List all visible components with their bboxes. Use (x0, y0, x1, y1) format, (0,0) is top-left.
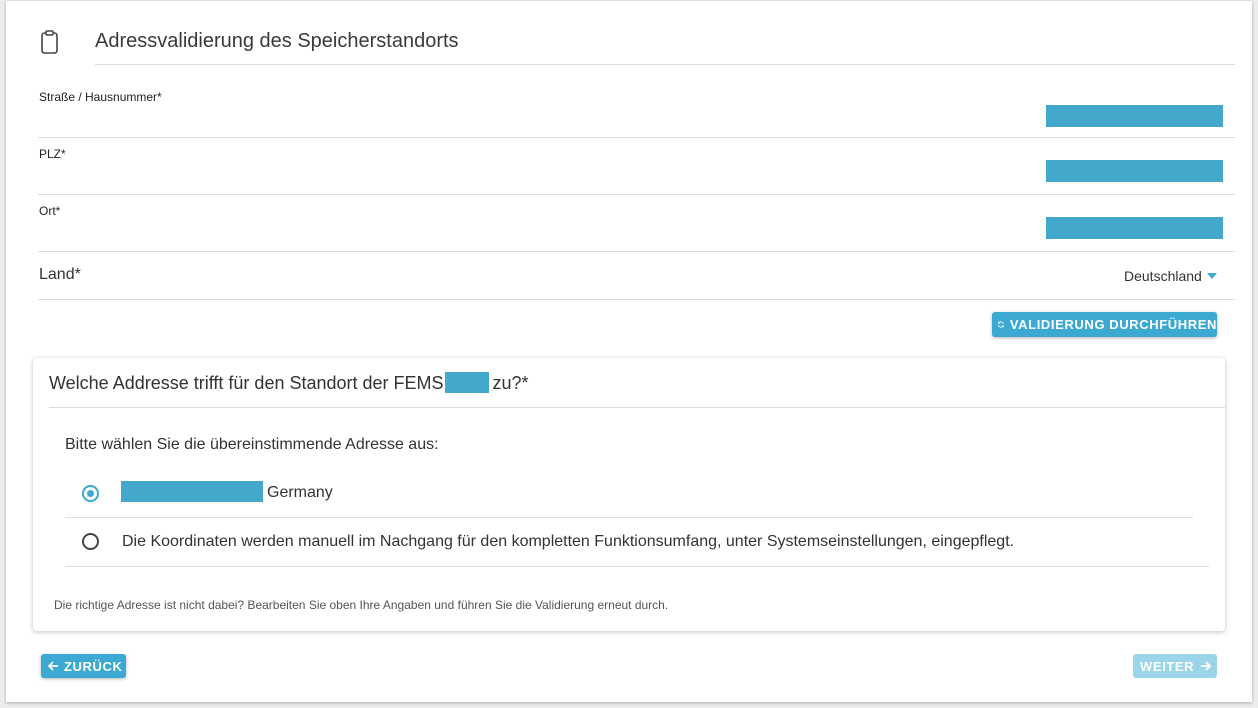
zip-label: PLZ* (39, 147, 66, 161)
street-input[interactable] (1046, 105, 1223, 127)
zip-input[interactable] (1046, 160, 1223, 182)
manual-option-label[interactable]: Die Koordinaten werden manuell im Nachga… (122, 533, 1014, 551)
fems-id-redacted (444, 372, 489, 393)
hint-text: Die richtige Adresse ist nicht dabei? Be… (54, 598, 669, 612)
next-button-label: WEITER (1140, 658, 1195, 674)
card-title-prefix: Welche Addresse trifft für den Standort … (49, 373, 444, 393)
city-input[interactable] (1046, 217, 1223, 239)
city-label: Ort* (39, 204, 61, 218)
page-title: Adressvalidierung des Speicherstandorts (95, 30, 459, 52)
option-divider (65, 517, 1193, 518)
clipboard-icon (41, 30, 58, 54)
radio-address-option[interactable] (82, 485, 99, 502)
radio-manual-option[interactable] (82, 533, 99, 550)
back-button-label: ZURÜCK (64, 658, 123, 674)
street-divider (38, 137, 1235, 138)
card-title-divider (49, 407, 1225, 408)
card-prompt: Bitte wählen Sie die übereinstimmende Ad… (65, 436, 439, 453)
caret-down-icon[interactable] (1207, 273, 1217, 279)
zip-divider (38, 194, 1235, 195)
arrow-left-icon (47, 661, 58, 671)
card-title: Welche Addresse trifft für den Standort … (49, 372, 529, 394)
validate-button[interactable]: VALIDIERUNG DURCHFÜHREN (992, 312, 1217, 337)
next-button[interactable]: WEITER (1133, 654, 1217, 678)
card-title-suffix: zu?* (492, 373, 529, 393)
street-label: Straße / Hausnummer* (39, 90, 162, 104)
country-select[interactable]: Deutschland (1124, 268, 1202, 284)
option-divider-2 (65, 566, 1209, 567)
back-button[interactable]: ZURÜCK (41, 654, 126, 678)
address-redacted (121, 481, 263, 502)
city-divider (38, 251, 1235, 252)
country-divider (38, 299, 1235, 300)
country-label: Land* (39, 266, 81, 283)
address-option-label[interactable]: Germany (267, 484, 333, 502)
arrow-right-icon (1201, 661, 1212, 671)
refresh-icon (997, 321, 1005, 328)
validate-button-label: VALIDIERUNG DURCHFÜHREN (1009, 317, 1217, 332)
header-divider (95, 64, 1235, 65)
